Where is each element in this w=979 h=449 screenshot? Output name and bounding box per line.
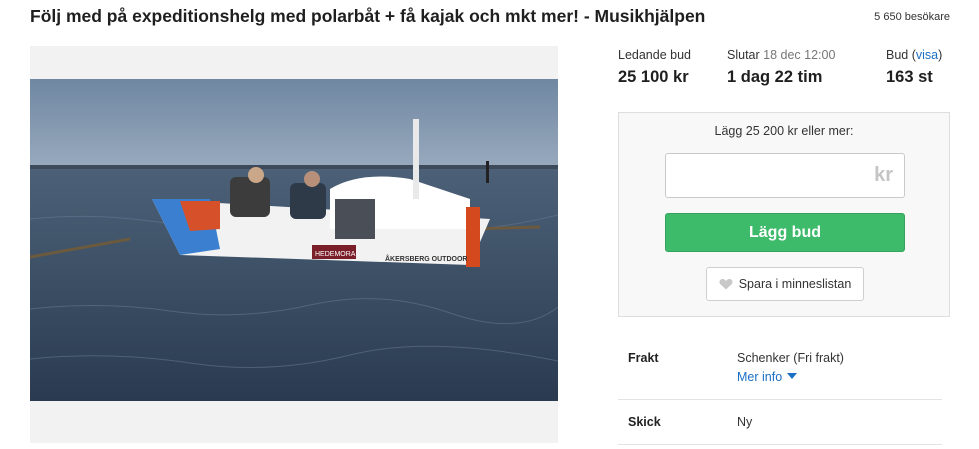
bid-amount-input[interactable]: [676, 154, 866, 197]
show-bids-link[interactable]: visa: [916, 48, 938, 62]
save-label: Spara i minneslistan: [738, 277, 852, 291]
minimum-bid-hint: Lägg 25 200 kr eller mer:: [714, 124, 854, 138]
currency-suffix: kr: [874, 164, 893, 186]
bid-count-value: 163 st: [886, 68, 933, 86]
condition-label: Skick: [628, 415, 661, 429]
boat-sponsor-hedemora: HEDEMORA: [315, 251, 356, 258]
caret-down-icon: [787, 373, 798, 379]
save-to-watchlist-button[interactable]: Spara i minneslistan: [706, 267, 864, 301]
place-bid-button[interactable]: Lägg bud: [665, 213, 905, 252]
more-info-label: Mer info: [737, 370, 783, 384]
bid-count: Bud (visa) 163 st: [886, 48, 943, 86]
listing-title: Följ med på expeditionshelg med polarbåt…: [30, 6, 706, 26]
ends-at: Slutar 18 dec 12:00 1 dag 22 tim: [727, 48, 835, 87]
leading-bid: Ledande bud 25 100 kr: [618, 48, 691, 87]
shipping-label: Frakt: [628, 351, 659, 365]
ends-date: 18 dec 12:00: [763, 48, 836, 62]
boat-sponsor-akersberg: ÅKERSBERG OUTDOOR: [385, 254, 467, 263]
leading-bid-value: 25 100 kr: [618, 68, 689, 86]
bid-panel: Lägg 25 200 kr eller mer: kr Lägg bud Sp…: [618, 112, 950, 317]
listing-details: Frakt Schenker (Fri frakt) Mer info Skic…: [618, 336, 942, 445]
time-remaining: 1 dag 22 tim: [727, 68, 823, 86]
heart-icon: [719, 278, 733, 290]
more-info-link[interactable]: Mer info: [737, 370, 798, 384]
shipping-value: Schenker (Fri frakt): [737, 351, 844, 365]
bids-label: Bud: [886, 48, 909, 62]
condition-value: Ny: [737, 415, 753, 429]
shipping-row: Frakt Schenker (Fri frakt) Mer info: [618, 336, 942, 400]
leading-bid-label: Ledande bud: [618, 48, 691, 62]
visitor-count: 5 650 besökare: [874, 11, 950, 23]
ends-label: Slutar: [727, 48, 760, 62]
auction-stats: Ledande bud 25 100 kr Slutar 18 dec 12:0…: [618, 48, 953, 96]
listing-photo[interactable]: HEDEMORA ÅKERSBERG OUTDOOR: [30, 79, 558, 401]
condition-row: Skick Ny: [618, 400, 942, 445]
bid-input-wrapper[interactable]: kr: [665, 153, 905, 198]
